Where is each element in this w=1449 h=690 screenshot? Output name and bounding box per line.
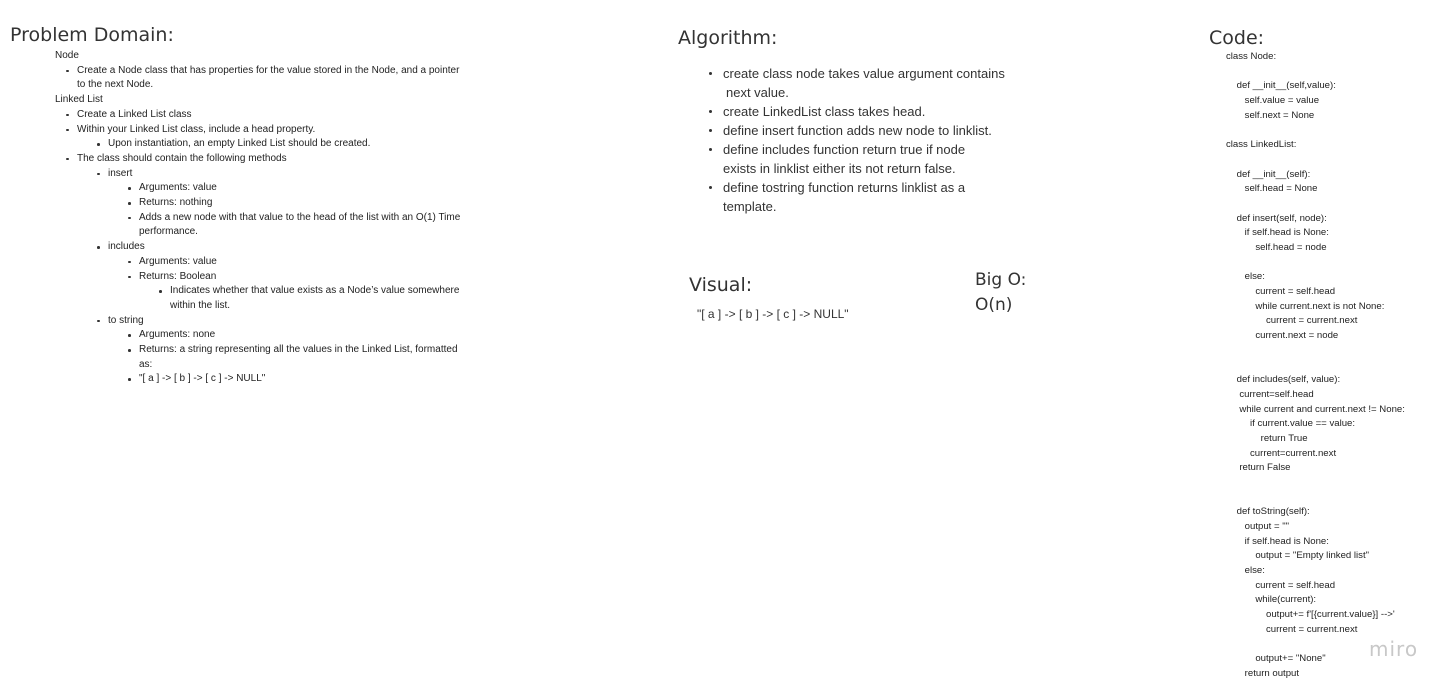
code-line: else: <box>1226 271 1265 283</box>
list-item: Arguments: value <box>55 255 525 270</box>
big-o-title: Big O: <box>975 270 1027 290</box>
visual-title: Visual: <box>689 274 753 296</box>
code-line: output+= f'[{current.value}] -->' <box>1226 609 1395 621</box>
code-line: current=current.next <box>1226 447 1337 459</box>
code-line: while current and current.next != None: <box>1226 403 1405 415</box>
list-item: create class node takes value argument c… <box>708 64 1038 102</box>
code-line: if self.head is None: <box>1226 535 1329 547</box>
list-item: Upon instantiation, an empty Linked List… <box>55 137 525 152</box>
list-item: Create a Node class that has properties … <box>55 64 525 93</box>
problem-domain-list: Node Create a Node class that has proper… <box>55 49 525 387</box>
code-line: def __init__(self): <box>1226 168 1311 180</box>
list-item: define tostring function returns linklis… <box>708 178 1038 216</box>
code-line: class Node: <box>1226 51 1277 62</box>
list-item: The class should contain the following m… <box>55 152 525 167</box>
list-item: define insert function adds new node to … <box>708 121 1038 140</box>
method-insert: insert <box>55 167 525 182</box>
list-item: create LinkedList class takes head. <box>708 102 1038 121</box>
code-line: self.value = value <box>1226 95 1320 107</box>
code-line: return True <box>1226 432 1308 444</box>
code-line: while current.next is not None: <box>1226 300 1385 312</box>
code-line: current.next = node <box>1226 330 1339 342</box>
node-label: Node <box>55 50 79 61</box>
list-item: Returns: a string representing all the v… <box>55 343 525 372</box>
code-line: def toString(self): <box>1226 506 1310 518</box>
visual-example: "[ a ] -> [ b ] -> [ c ] -> NULL" <box>697 307 849 321</box>
code-block: class Node: def __init__(self,value): se… <box>1226 50 1405 682</box>
list-item: Returns: nothing <box>55 196 525 211</box>
code-line: return output <box>1226 667 1300 679</box>
list-item: Adds a new node with that value to the h… <box>55 211 525 240</box>
code-line: output = "" <box>1226 521 1290 532</box>
code-line: def includes(self, value): <box>1226 374 1341 386</box>
list-item: Arguments: none <box>55 328 525 343</box>
code-line: else: <box>1226 565 1265 577</box>
list-item: Within your Linked List class, include a… <box>55 123 525 138</box>
miro-logo: miro <box>1369 637 1419 661</box>
list-item: Arguments: value <box>55 181 525 196</box>
code-line: self.head = node <box>1226 241 1327 253</box>
code-line: def __init__(self,value): <box>1226 80 1336 92</box>
list-item: "[ a ] -> [ b ] -> [ c ] -> NULL" <box>55 372 525 387</box>
code-line: current = current.next <box>1226 315 1358 327</box>
method-to-string: to string <box>55 314 525 329</box>
code-line: if self.head is None: <box>1226 227 1329 239</box>
code-line: current = current.next <box>1226 623 1358 635</box>
code-line: self.head = None <box>1226 183 1318 195</box>
code-line: return False <box>1226 462 1291 474</box>
list-item: define includes function return true if … <box>708 140 1038 178</box>
code-line: while(current): <box>1226 594 1317 606</box>
problem-domain-title: Problem Domain: <box>10 24 174 46</box>
algorithm-list: create class node takes value argument c… <box>708 64 1038 216</box>
method-includes: includes <box>55 240 525 255</box>
code-line: current = self.head <box>1226 579 1336 591</box>
code-line: current=self.head <box>1226 388 1314 400</box>
code-line: if current.value == value: <box>1226 418 1356 430</box>
code-title: Code: <box>1209 27 1265 49</box>
algorithm-title: Algorithm: <box>678 27 778 49</box>
list-item: Create a Linked List class <box>55 108 525 123</box>
list-item: Indicates whether that value exists as a… <box>55 284 525 313</box>
code-line: class LinkedList: <box>1226 139 1297 151</box>
code-line: output = "Empty linked list" <box>1226 550 1370 562</box>
big-o-value: O(n) <box>975 295 1013 315</box>
code-line: current = self.head <box>1226 286 1336 297</box>
linked-list-label: Linked List <box>55 94 103 106</box>
code-line: self.next = None <box>1226 109 1315 121</box>
list-item: Returns: Boolean <box>55 270 525 285</box>
code-line: def insert(self, node): <box>1226 212 1327 224</box>
